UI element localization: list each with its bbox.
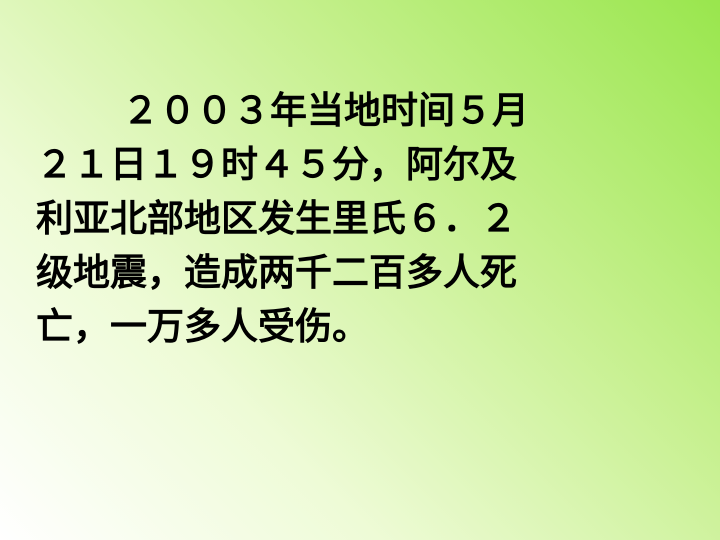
text-line-1: ２００３年当地时间５月 bbox=[122, 89, 529, 132]
text-line-3: 利亚北部地区发生里氏６．２ bbox=[36, 197, 517, 240]
slide: ２００３年当地时间５月 ２１日１９时４５分，阿尔及 利亚北部地区发生里氏６．２ … bbox=[0, 0, 720, 540]
text-line-5: 亡，一万多人受伤。 bbox=[36, 305, 369, 348]
body-text-box: ２００３年当地时间５月 ２１日１９时４５分，阿尔及 利亚北部地区发生里氏６．２ … bbox=[36, 84, 676, 354]
text-line-4: 级地震，造成两千二百多人死 bbox=[36, 251, 517, 294]
text-line-2: ２１日１９时４５分，阿尔及 bbox=[36, 143, 517, 186]
